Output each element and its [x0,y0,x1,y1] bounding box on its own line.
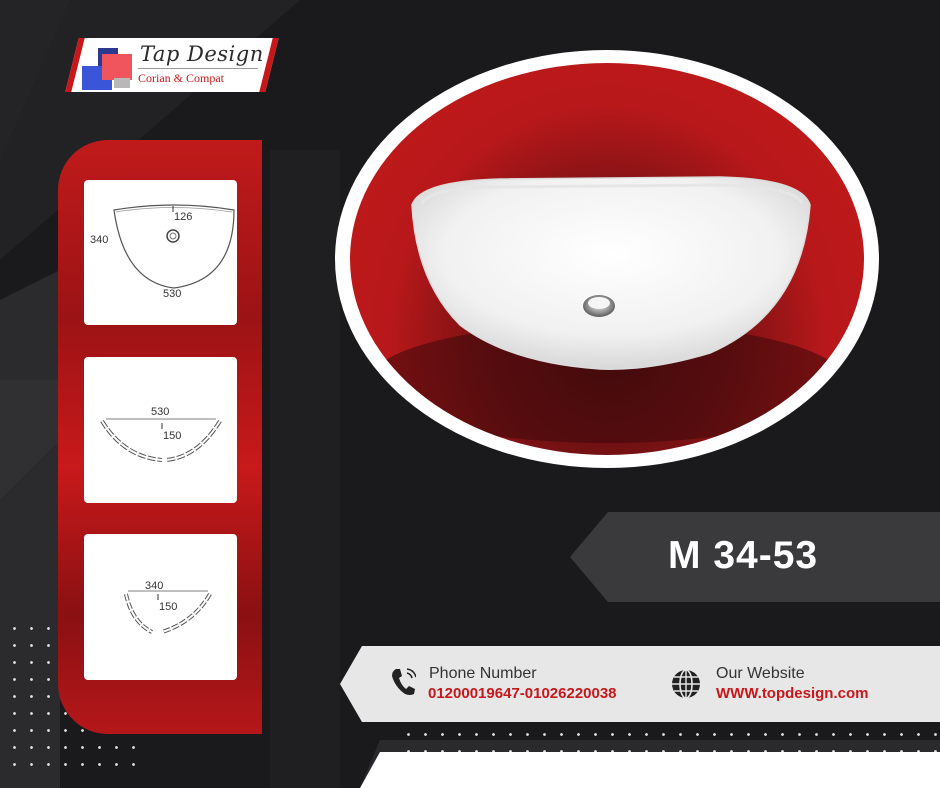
contact-bar [340,646,940,722]
sink-image [367,176,847,443]
depth-dimension: 340 [90,234,109,246]
height-dimension: 150 [163,430,182,442]
logo-square-pink [102,54,132,80]
drain-dimension: 126 [174,211,193,223]
brand-logo: Tap Design Corian & Compat [58,36,286,96]
width-dimension: 530 [163,288,182,300]
top-view-outline [113,204,235,289]
website-label: Our Website [716,665,805,682]
top-view-drawing: 126 340 530 [84,180,237,325]
width-dimension: 340 [145,580,164,592]
model-number: M 34-53 [668,534,819,577]
dot-pattern-bottom [400,726,940,756]
website-link[interactable]: WWW.topdesign.com [716,685,868,702]
front-view-outline [100,418,222,462]
front-view-drawing: 530 150 [84,357,237,503]
phone-icon [392,668,416,695]
brand-tagline: Corian & Compat [138,68,258,86]
product-photo [350,63,864,455]
globe-icon [672,669,700,699]
logo-square-grey [114,78,130,88]
phone-label: Phone Number [429,665,537,682]
phone-number[interactable]: 01200019647-01026220038 [428,685,617,702]
side-view-drawing: 340 150 [84,534,237,680]
width-dimension: 530 [151,406,170,418]
height-dimension: 150 [159,601,178,613]
brand-name: Tap Design [140,42,264,66]
